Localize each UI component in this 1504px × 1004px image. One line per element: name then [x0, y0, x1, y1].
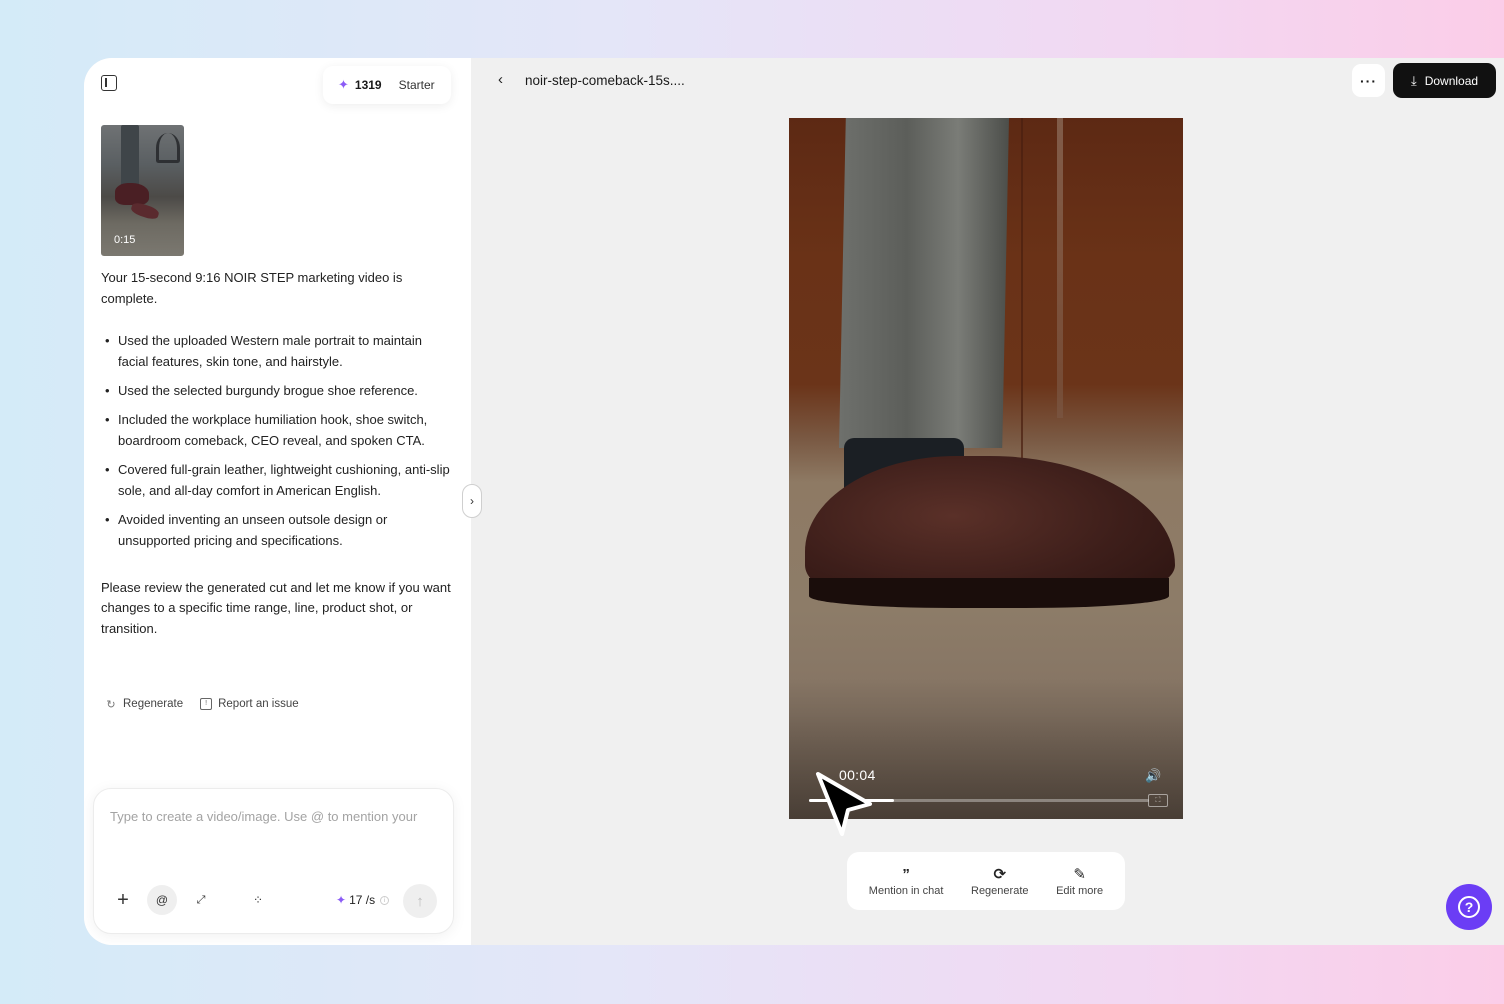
- magic-wand-icon[interactable]: ⤢: [186, 885, 216, 915]
- prompt-composer[interactable]: Type to create a video/image. Use @ to m…: [93, 788, 454, 934]
- video-action-toolbar: ” Mention in chat ⟳ Regenerate ✎ Edit mo…: [847, 852, 1125, 910]
- message-actions: ↻ Regenerate ! Report an issue: [105, 698, 316, 711]
- panel-collapse-handle[interactable]: ›: [462, 484, 482, 518]
- pencil-icon: ✎: [1073, 866, 1086, 883]
- mention-label: Mention in chat: [868, 885, 944, 897]
- message-bullets: Used the uploaded Western male portrait …: [101, 330, 451, 551]
- edit-more-button[interactable]: ✎ Edit more: [1056, 865, 1103, 897]
- app-window: ✦ 1319 Starter 0:15 Your 15-second 9:16 …: [84, 58, 1504, 945]
- report-icon: !: [200, 698, 213, 710]
- credit-rate: ✦ 17 /s i: [336, 893, 390, 907]
- mouse-cursor-icon: [816, 772, 872, 836]
- credit-rate-value: 17 /s: [349, 893, 376, 907]
- download-icon: ⤓: [1410, 72, 1417, 88]
- thumbnail-shoe-shape: [115, 183, 149, 205]
- download-label: Download: [1424, 73, 1479, 88]
- shoe-sole-shape: [809, 578, 1169, 608]
- fullscreen-icon[interactable]: ⛶: [1148, 794, 1168, 807]
- sparkle-icon: ✦: [338, 77, 349, 92]
- info-icon[interactable]: i: [380, 896, 390, 906]
- report-label: Report an issue: [218, 698, 299, 710]
- download-button[interactable]: ⤓ Download: [1393, 63, 1496, 98]
- file-title: noir-step-comeback-15s....: [525, 73, 685, 88]
- back-button[interactable]: ‹: [498, 71, 503, 88]
- list-item: Covered full-grain leather, lightweight …: [105, 459, 451, 501]
- question-icon: ?: [1458, 896, 1480, 918]
- thumbnail-chair-shape: [156, 133, 180, 163]
- refresh-icon: ⟳: [993, 866, 1007, 883]
- mention-button[interactable]: @: [147, 885, 177, 915]
- video-thumbnail[interactable]: 0:15: [101, 125, 184, 256]
- credits-badge[interactable]: ✦ 1319 Starter: [323, 66, 451, 104]
- regenerate-message-button[interactable]: ↻ Regenerate: [105, 698, 184, 711]
- list-item: Used the selected burgundy brogue shoe r…: [105, 380, 451, 401]
- composer-toolbar: + @ ⤢ ⁘ ✦ 17 /s i ↑: [108, 884, 440, 918]
- assistant-message: Your 15-second 9:16 NOIR STEP marketing …: [101, 268, 451, 639]
- mention-in-chat-button[interactable]: ” Mention in chat: [869, 865, 944, 897]
- prompt-input[interactable]: Type to create a video/image. Use @ to m…: [110, 809, 417, 824]
- video-player[interactable]: 00:04 🔊 ⛶: [789, 118, 1183, 819]
- list-item: Avoided inventing an unseen outsole desi…: [105, 509, 451, 551]
- regenerate-video-label: Regenerate: [971, 885, 1029, 897]
- thumbnail-duration: 0:15: [114, 234, 136, 246]
- send-button[interactable]: ↑: [403, 884, 437, 918]
- help-button[interactable]: ?: [1446, 884, 1492, 930]
- sidebar-toggle-icon[interactable]: [101, 75, 117, 91]
- plan-label: Starter: [398, 78, 435, 92]
- trouser-shape: [839, 118, 1009, 448]
- report-issue-button[interactable]: ! Report an issue: [200, 698, 299, 710]
- chat-panel: ✦ 1319 Starter 0:15 Your 15-second 9:16 …: [84, 58, 471, 945]
- sparkle-icon: ✦: [336, 893, 347, 907]
- regenerate-label: Regenerate: [123, 698, 184, 710]
- edit-label: Edit more: [1056, 885, 1104, 897]
- more-options-button[interactable]: ···: [1352, 64, 1385, 97]
- wood-panel-seam: [1021, 118, 1023, 498]
- regenerate-video-button[interactable]: ⟳ Regenerate: [971, 865, 1029, 897]
- volume-icon[interactable]: 🔊: [1145, 768, 1161, 784]
- credits-amount: 1319: [354, 78, 382, 92]
- thumbnail-leg-shape: [121, 125, 139, 187]
- list-item: Included the workplace humiliation hook,…: [105, 409, 451, 451]
- list-item: Used the uploaded Western male portrait …: [105, 330, 451, 372]
- thumbnail-shoe-shape-2: [129, 200, 161, 222]
- dots-grid-icon[interactable]: ⁘: [243, 885, 273, 915]
- add-attachment-button[interactable]: +: [108, 885, 138, 915]
- refresh-icon: ↻: [106, 698, 116, 711]
- message-outro: Please review the generated cut and let …: [101, 580, 451, 636]
- quote-icon: ”: [902, 866, 910, 883]
- message-intro: Your 15-second 9:16 NOIR STEP marketing …: [101, 270, 403, 306]
- wood-panel-highlight: [1057, 118, 1063, 418]
